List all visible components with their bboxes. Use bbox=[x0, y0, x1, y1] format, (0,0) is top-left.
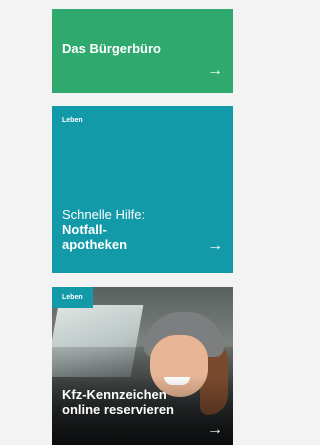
card-kfz-kennzeichen[interactable]: Leben Kfz-Kennzeichen online reservieren… bbox=[52, 287, 233, 445]
arrow-right-icon: → bbox=[207, 421, 223, 438]
woman-in-car-photo bbox=[52, 287, 233, 445]
arrow-right-icon: → bbox=[207, 237, 223, 254]
card-notfallapotheken[interactable]: Leben Schnelle Hilfe: Notfall-apotheken … bbox=[52, 106, 233, 273]
category-tag: Leben bbox=[62, 117, 83, 124]
card-title-text: Kfz-Kennzeichen online reservieren bbox=[62, 387, 174, 417]
page: Das Bürgerbüro → Leben Schnelle Hilfe: N… bbox=[0, 0, 247, 445]
category-tag: Leben bbox=[52, 287, 93, 308]
card-title-text: Notfall-apotheken bbox=[62, 222, 128, 252]
card-title: Kfz-Kennzeichen online reservieren bbox=[62, 387, 180, 417]
card-subtitle: Schnelle Hilfe: bbox=[62, 207, 146, 222]
card-title: Notfall-apotheken bbox=[62, 222, 152, 252]
card-title-text: Das Bürgerbüro bbox=[62, 41, 161, 56]
card-title: Das Bürgerbüro bbox=[62, 41, 182, 56]
card-buergerbuero[interactable]: Das Bürgerbüro → bbox=[52, 9, 233, 93]
arrow-right-icon: → bbox=[207, 62, 223, 79]
